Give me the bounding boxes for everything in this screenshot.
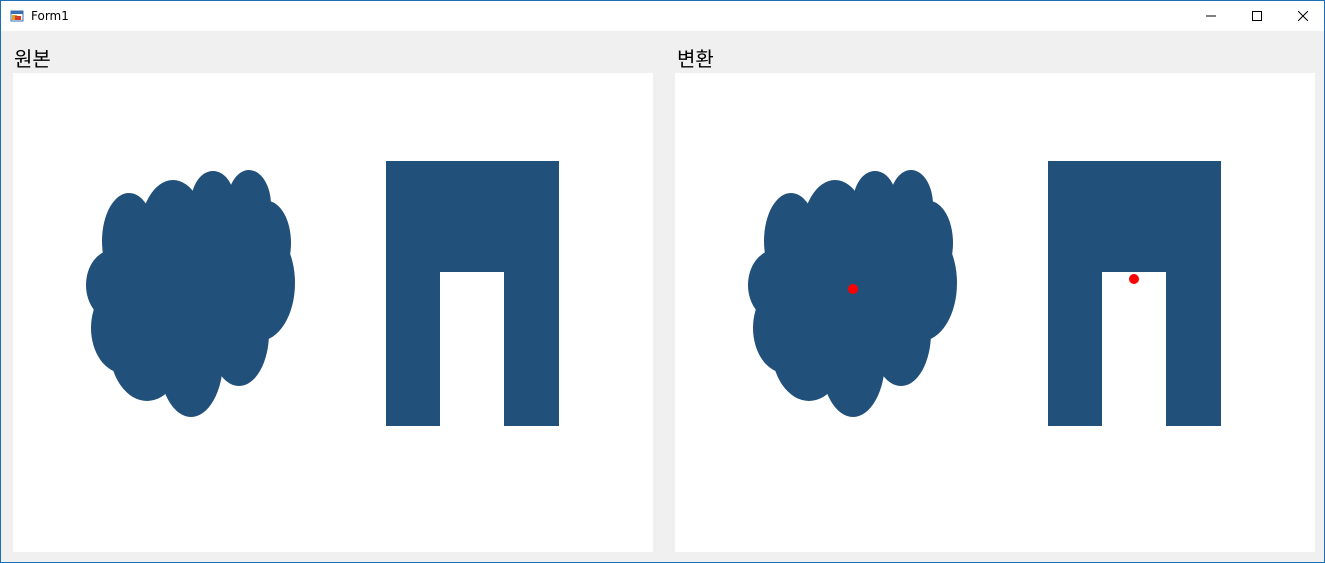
original-label: 원본 bbox=[14, 47, 51, 71]
transformed-picture-box[interactable] bbox=[675, 73, 1315, 552]
window-title: Form1 bbox=[31, 9, 69, 23]
original-picture-box[interactable] bbox=[13, 73, 653, 552]
app-icon bbox=[10, 9, 24, 23]
main-window: Form1 원본 변환 bbox=[0, 0, 1325, 563]
client-area: 원본 변환 bbox=[1, 31, 1324, 562]
cloud-shape bbox=[86, 170, 295, 417]
gate-center-marker bbox=[1129, 274, 1139, 284]
title-bar[interactable]: Form1 bbox=[1, 1, 1324, 31]
minimize-button[interactable] bbox=[1188, 1, 1234, 31]
original-canvas bbox=[86, 161, 559, 426]
minimize-icon bbox=[1206, 11, 1216, 21]
transformed-label: 변환 bbox=[677, 47, 714, 71]
transformed-canvas bbox=[748, 161, 1221, 426]
gate-shape bbox=[386, 161, 559, 426]
maximize-icon bbox=[1252, 11, 1262, 21]
maximize-button[interactable] bbox=[1234, 1, 1280, 31]
close-icon bbox=[1298, 11, 1308, 21]
close-button[interactable] bbox=[1280, 1, 1325, 31]
cloud-center-marker bbox=[848, 284, 858, 294]
gate-shape bbox=[1048, 161, 1221, 426]
